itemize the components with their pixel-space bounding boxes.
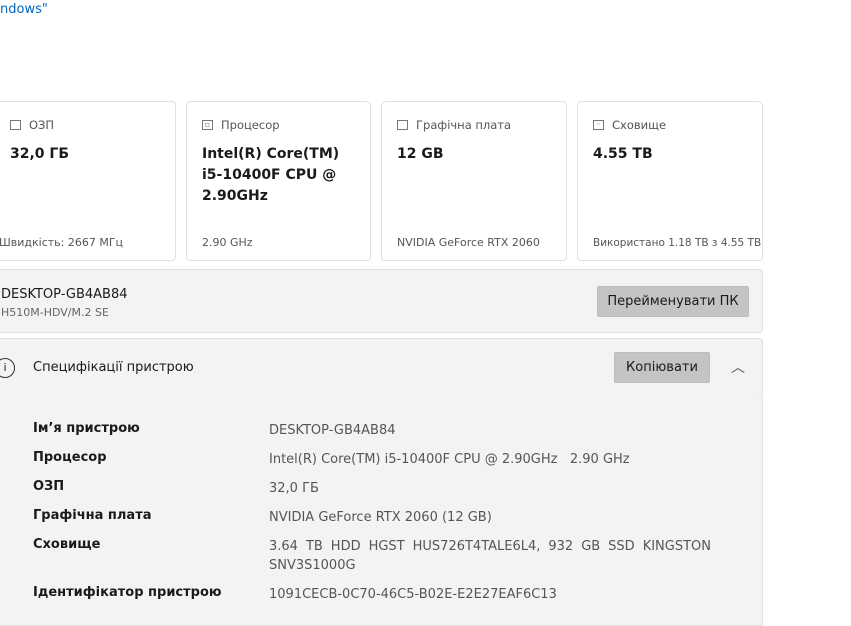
- gpu-icon: [397, 120, 408, 130]
- storage-card: ◦ Сховище 4.55 TB Використано 1.18 TB з 4…: [577, 101, 763, 261]
- specs-title: Специфікації пристрою: [33, 360, 194, 375]
- spec-row: Сховище 3.64 TB HDD HGST HUS726T4TALE6L4,…: [33, 537, 711, 575]
- spec-value: DESKTOP-GB4AB84: [269, 423, 396, 438]
- card-label: Процесор: [221, 118, 280, 132]
- spec-key: Сховище: [33, 537, 101, 552]
- card-label: ОЗП: [29, 118, 55, 132]
- spec-row: Ім’я пристрою DESKTOP-GB4AB84: [33, 421, 711, 440]
- card-value: 4.55 TB: [593, 146, 653, 162]
- spec-value: Intel(R) Core(TM) i5-10400F CPU @ 2.90GH…: [269, 452, 630, 467]
- spec-row: Процесор Intel(R) Core(TM) i5-10400F CPU …: [33, 450, 711, 469]
- spec-key: Ідентифікатор пристрою: [33, 585, 222, 600]
- gpu-card: Графічна плата 12 GB NVIDIA GeForce RTX …: [381, 101, 567, 261]
- card-label: Графічна плата: [416, 118, 512, 132]
- cpu-icon: ▫: [202, 120, 213, 130]
- ram-card: ОЗП 32,0 ГБ Швидкість: 2667 МГц: [0, 101, 176, 261]
- copy-button[interactable]: Копіювати: [614, 352, 710, 383]
- device-model: H510M-HDV/M.2 SE: [1, 306, 109, 319]
- spec-key: Процесор: [33, 450, 107, 465]
- info-icon: i: [0, 358, 15, 378]
- spec-key: Ім’я пристрою: [33, 421, 140, 436]
- card-footer: NVIDIA GeForce RTX 2060: [397, 236, 540, 249]
- card-value: 12 GB: [397, 146, 444, 162]
- windows-link[interactable]: ndows": [0, 2, 48, 17]
- spec-value: 32,0 ГБ: [269, 481, 319, 496]
- spec-value: 1091CECB-0C70-46C5-B02E-E2E27EAF6C13: [269, 587, 557, 602]
- device-name-panel: DESKTOP-GB4AB84 H510M-HDV/M.2 SE Перейме…: [0, 269, 763, 333]
- spec-row: Графічна плата NVIDIA GeForce RTX 2060 (1…: [33, 508, 711, 527]
- chevron-up-icon[interactable]: ︿: [731, 357, 745, 377]
- ram-icon: [10, 120, 21, 130]
- spec-row: ОЗП 32,0 ГБ: [33, 479, 711, 498]
- device-name: DESKTOP-GB4AB84: [1, 287, 128, 302]
- spec-key: ОЗП: [33, 479, 65, 494]
- card-label: Сховище: [612, 118, 667, 132]
- spec-key: Графічна плата: [33, 508, 152, 523]
- card-footer: 2.90 GHz: [202, 236, 253, 249]
- spec-value: 3.64 TB HDD HGST HUS726T4TALE6L4, 932 GB…: [269, 539, 711, 573]
- spec-value: NVIDIA GeForce RTX 2060 (12 GB): [269, 510, 492, 525]
- card-footer: Швидкість: 2667 МГц: [0, 236, 124, 249]
- card-footer: Використано 1.18 TB з 4.55 TB: [593, 237, 762, 249]
- cpu-card: ▫ Процесор Intel(R) Core(TM) i5-10400F CP…: [186, 101, 371, 261]
- specs-header[interactable]: i Специфікації пристрою Копіювати ︿: [0, 338, 763, 397]
- rename-pc-button[interactable]: Перейменувати ПК: [597, 286, 749, 317]
- storage-icon: ◦: [593, 120, 604, 130]
- spec-row: Ідентифікатор пристрою 1091CECB-0C70-46C5…: [33, 585, 711, 604]
- card-value: Intel(R) Core(TM) i5-10400F CPU @ 2.90GH…: [202, 146, 340, 204]
- card-value: 32,0 ГБ: [10, 146, 70, 162]
